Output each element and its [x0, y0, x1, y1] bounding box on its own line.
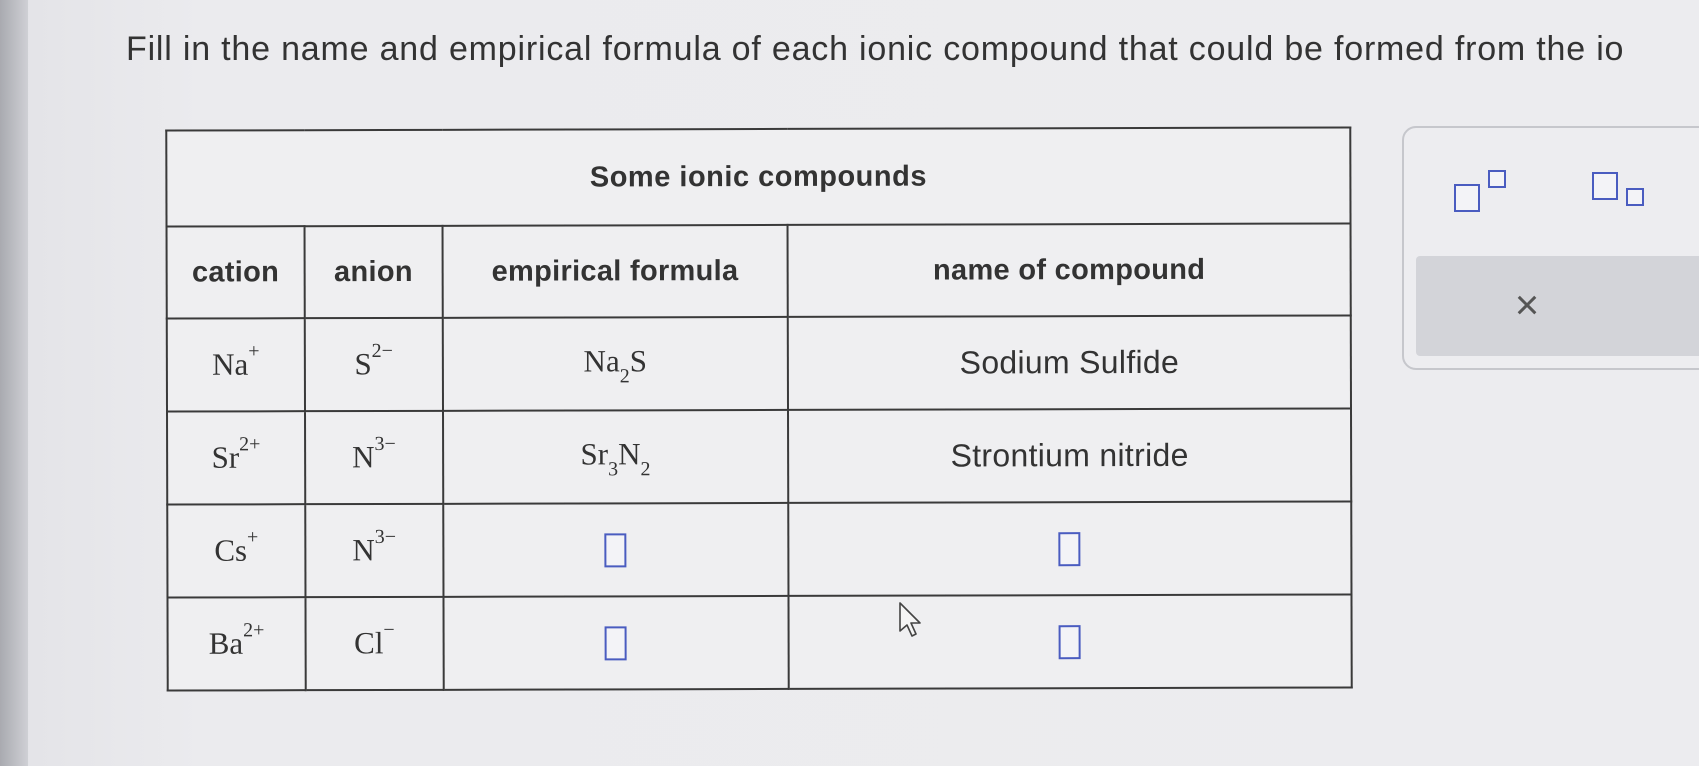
cation-cell: Sr2+ — [167, 411, 306, 505]
compound-name: Sodium Sulfide — [959, 343, 1180, 381]
anion-ion: Cl− — [354, 619, 395, 661]
table-row: Cs+ N3− — [167, 501, 1352, 598]
screen-bezel — [0, 0, 28, 766]
cation-cell: Ba2+ — [167, 597, 306, 691]
subscript-icon-small-box — [1626, 188, 1644, 206]
empirical-formula: Na2S — [583, 343, 647, 388]
ionic-compounds-table: Some ionic compounds cation anion empiri… — [165, 126, 1352, 691]
formula-input[interactable] — [604, 532, 627, 567]
table-row: Sr2+ N3− Sr3N2 Strontium nitride — [167, 408, 1352, 505]
formatting-toolbar: × — [1402, 126, 1699, 370]
table-title: Some ionic compounds — [166, 127, 1351, 227]
clear-button[interactable]: × — [1502, 280, 1552, 330]
cation-cell: Cs+ — [167, 504, 306, 598]
superscript-icon-small-box — [1488, 170, 1506, 188]
page: Fill in the name and empirical formula o… — [0, 0, 1699, 766]
name-cell[interactable] — [788, 594, 1352, 689]
header-compound-name: name of compound — [787, 223, 1351, 317]
anion-ion: N3− — [352, 433, 396, 475]
anion-cell: N3− — [305, 503, 444, 598]
cation-ion: Na+ — [212, 340, 260, 383]
formula-input[interactable] — [604, 625, 628, 660]
compound-name: Strontium nitride — [950, 436, 1189, 474]
cation-ion: Cs+ — [214, 526, 259, 569]
formula-cell[interactable] — [443, 595, 789, 690]
subscript-button[interactable] — [1592, 166, 1662, 216]
table-row: Na+ S2− Na2S Sodium Sulfide — [166, 315, 1352, 412]
anion-ion: N3− — [352, 526, 397, 568]
anion-ion: S2− — [354, 340, 393, 382]
superscript-button[interactable] — [1454, 166, 1524, 216]
question-prompt: Fill in the name and empirical formula o… — [126, 30, 1625, 68]
anion-cell: S2− — [304, 317, 443, 412]
anion-cell: Cl− — [305, 596, 444, 691]
superscript-icon — [1454, 184, 1480, 212]
name-input[interactable] — [1059, 624, 1082, 659]
name-input[interactable] — [1058, 531, 1081, 566]
table-row: Ba2+ Cl− — [167, 594, 1352, 691]
toolbar-action-bar: × — [1416, 256, 1699, 356]
cation-ion: Ba2+ — [208, 619, 265, 662]
header-empirical-formula: empirical formula — [442, 224, 788, 318]
name-cell[interactable]: Strontium nitride — [787, 408, 1352, 503]
formula-cell[interactable]: Na2S — [442, 316, 788, 411]
header-anion: anion — [304, 225, 443, 319]
name-cell[interactable] — [788, 501, 1352, 596]
formula-cell[interactable]: Sr3N2 — [442, 409, 789, 504]
empirical-formula: Sr3N2 — [580, 436, 651, 481]
anion-cell: N3− — [304, 410, 443, 505]
header-cation: cation — [166, 226, 305, 319]
cation-cell: Na+ — [166, 318, 305, 412]
name-cell[interactable]: Sodium Sulfide — [787, 315, 1352, 410]
cation-ion: Sr2+ — [211, 433, 261, 476]
mouse-pointer-icon — [899, 602, 921, 637]
subscript-icon — [1592, 172, 1618, 200]
formula-cell[interactable] — [442, 502, 789, 597]
